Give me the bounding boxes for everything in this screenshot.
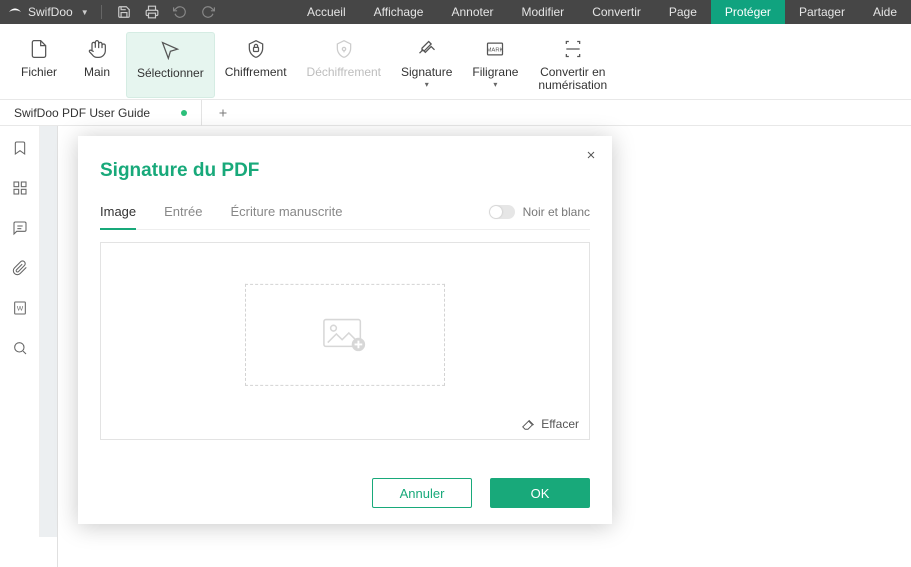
unlock-icon: [333, 38, 355, 60]
search-icon[interactable]: [8, 336, 32, 360]
menu-annoter[interactable]: Annoter: [437, 0, 507, 24]
watermark-button[interactable]: MARK Filigrane ▾: [462, 32, 528, 98]
file-button[interactable]: Fichier: [10, 32, 68, 98]
signature-button[interactable]: Signature ▾: [391, 32, 462, 98]
select-label: Sélectionner: [137, 67, 204, 81]
print-icon[interactable]: [138, 0, 166, 24]
document-tab[interactable]: SwifDoo PDF User Guide: [2, 100, 202, 126]
select-button[interactable]: Sélectionner: [126, 32, 215, 98]
brand: SwifDoo ▼: [0, 5, 97, 19]
watermark-icon: MARK: [484, 38, 506, 60]
ok-button[interactable]: OK: [490, 478, 590, 508]
comment-icon[interactable]: [8, 216, 32, 240]
menu-page[interactable]: Page: [655, 0, 711, 24]
tab-input[interactable]: Entrée: [164, 204, 202, 229]
word-export-icon[interactable]: W: [8, 296, 32, 320]
erase-label: Effacer: [541, 417, 579, 431]
ribbon: Fichier Main Sélectionner Chiffrement Dé…: [0, 24, 911, 100]
main-menu: Accueil Affichage Annoter Modifier Conve…: [293, 0, 911, 24]
tab-image[interactable]: Image: [100, 204, 136, 229]
hand-icon: [86, 38, 108, 60]
redo-icon[interactable]: [194, 0, 222, 24]
dialog-actions: Annuler OK: [372, 478, 590, 508]
menu-affichage[interactable]: Affichage: [360, 0, 438, 24]
save-icon[interactable]: [110, 0, 138, 24]
brand-name: SwifDoo: [28, 5, 73, 19]
modified-indicator-icon: [181, 110, 187, 116]
new-tab-button[interactable]: [210, 100, 236, 126]
file-icon: [28, 38, 50, 60]
scan-icon: [562, 38, 584, 60]
brand-dropdown-icon[interactable]: ▼: [81, 8, 89, 17]
undo-icon[interactable]: [166, 0, 194, 24]
bw-toggle[interactable]: [489, 205, 515, 219]
image-drop-area: Effacer: [100, 242, 590, 440]
chevron-down-icon: ▾: [425, 80, 429, 89]
menu-accueil[interactable]: Accueil: [293, 0, 360, 24]
tab-title: SwifDoo PDF User Guide: [14, 106, 150, 120]
cancel-button[interactable]: Annuler: [372, 478, 472, 508]
file-label: Fichier: [21, 66, 57, 80]
hand-button[interactable]: Main: [68, 32, 126, 98]
menu-partager[interactable]: Partager: [785, 0, 859, 24]
decrypt-label: Déchiffrement: [307, 66, 381, 80]
menu-convertir[interactable]: Convertir: [578, 0, 655, 24]
separator: [101, 5, 102, 19]
black-white-toggle-group: Noir et blanc: [489, 205, 590, 229]
quick-access-toolbar: [110, 0, 222, 24]
hand-label: Main: [84, 66, 110, 80]
bookmark-icon[interactable]: [8, 136, 32, 160]
attachment-icon[interactable]: [8, 256, 32, 280]
menu-proteger[interactable]: Protéger: [711, 0, 785, 24]
tab-handwrite[interactable]: Écriture manuscrite: [230, 204, 342, 229]
dialog-title: Signature du PDF: [100, 160, 590, 182]
decrypt-button: Déchiffrement: [297, 32, 391, 98]
chevron-down-icon: ▾: [493, 80, 497, 89]
convert-scan-label: Convertir en numérisation: [538, 66, 607, 94]
image-upload-zone[interactable]: [245, 284, 445, 386]
thumbnails-icon[interactable]: [8, 176, 32, 200]
encrypt-label: Chiffrement: [225, 66, 287, 80]
app-logo-icon: [8, 5, 22, 19]
svg-text:W: W: [16, 306, 23, 313]
menu-modifier[interactable]: Modifier: [508, 0, 579, 24]
dialog-tabs: Image Entrée Écriture manuscrite Noir et…: [100, 204, 590, 230]
svg-text:MARK: MARK: [487, 47, 504, 53]
menu-aide[interactable]: Aide: [859, 0, 911, 24]
eraser-icon: [521, 417, 535, 431]
title-bar: SwifDoo ▼ Accueil Affichage Annoter Modi…: [0, 0, 911, 24]
close-button[interactable]: [582, 146, 600, 164]
bw-label: Noir et blanc: [523, 205, 590, 219]
watermark-label: Filigrane: [472, 66, 518, 80]
sidebar: W: [0, 126, 40, 537]
document-tabs: SwifDoo PDF User Guide: [0, 100, 911, 126]
cursor-icon: [159, 39, 181, 61]
encrypt-button[interactable]: Chiffrement: [215, 32, 297, 98]
signature-dialog: Signature du PDF Image Entrée Écriture m…: [78, 136, 612, 524]
signature-icon: [416, 38, 438, 60]
convert-scan-button[interactable]: Convertir en numérisation: [528, 32, 617, 98]
lock-icon: [245, 38, 267, 60]
signature-label: Signature: [401, 66, 452, 80]
erase-button[interactable]: Effacer: [521, 417, 579, 431]
